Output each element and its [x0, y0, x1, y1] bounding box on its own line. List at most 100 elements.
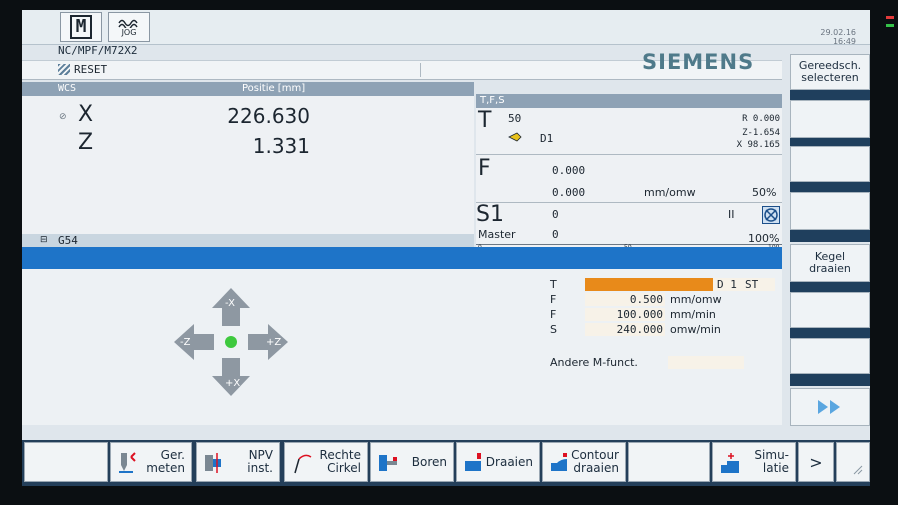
turning-icon	[465, 453, 481, 471]
feed-value-2: 0.000	[552, 186, 586, 199]
reset-label: RESET	[74, 63, 108, 76]
mode-jog-label: JOG	[121, 27, 137, 37]
drilling-icon	[379, 455, 397, 471]
work-offset-row: ⊟ G54	[22, 234, 474, 248]
jog-mode-button[interactable]: JOG	[108, 12, 150, 42]
feed-rev-field[interactable]: 0.500	[585, 293, 665, 306]
program-path: NC/MPF/M72X2	[58, 44, 138, 57]
siemens-logo: SIEMENS	[642, 50, 755, 74]
status-led-red	[886, 16, 894, 19]
jog-minus-z: -Z	[180, 337, 191, 348]
master-value: 0	[552, 228, 559, 241]
contour-line2: draaien	[573, 461, 619, 475]
axis-indicator-icon: ⊘	[59, 112, 67, 122]
resize-corner-icon	[853, 465, 863, 475]
spindle-direction: II	[728, 208, 735, 221]
circle-line2: Cirkel	[327, 461, 361, 475]
tool-radius: R 0.000	[742, 114, 780, 124]
tfs-divider	[476, 154, 782, 155]
right-softkey-3[interactable]	[790, 146, 870, 182]
tech-s-value: 240.000	[616, 323, 663, 336]
tech-d-value: D 1	[717, 278, 737, 291]
date-text: 29.02.16	[820, 28, 856, 37]
tech-f1-label: F	[550, 293, 557, 306]
simulation-icon	[721, 453, 739, 473]
double-chevron-right-icon	[818, 400, 840, 414]
active-band	[22, 247, 782, 269]
right-softkey-2[interactable]	[790, 100, 870, 138]
more-softkey[interactable]: >	[798, 442, 834, 482]
tool-x-offset: X 98.165	[736, 140, 780, 150]
softkey-gap	[790, 328, 870, 338]
tech-f2-label: F	[550, 308, 557, 321]
feed-override: 50%	[752, 186, 777, 199]
softkey-gap	[790, 230, 870, 242]
softkey-gap	[790, 138, 870, 146]
right-softkey-7[interactable]	[790, 338, 870, 374]
tool-edge-field[interactable]: D 1 ST	[713, 278, 775, 291]
position-header: WCS Positie [mm]	[22, 82, 474, 96]
jog-tech-area	[22, 269, 782, 425]
axis-position-panel: ⊘ X 226.630 Z 1.331	[22, 96, 474, 234]
jog-plus-x: +X	[225, 378, 241, 389]
status-divider	[420, 63, 421, 77]
work-offset-label: G54	[58, 234, 78, 247]
tool-select-softkey[interactable]: Gereedsch. selecteren	[790, 54, 870, 90]
measure-tool-softkey[interactable]: Ger. meten	[110, 442, 192, 482]
taper-turning-softkey[interactable]: Kegel draaien	[790, 244, 870, 282]
chevron-right-icon: >	[809, 452, 823, 472]
tech-s-unit: omw/min	[670, 323, 721, 336]
tech-st-value: ST	[745, 278, 759, 291]
other-m-label: Andere M-funct.	[550, 356, 638, 369]
tech-f2-value: 100.000	[616, 308, 663, 321]
simulation-softkey[interactable]: Simu-latie	[712, 442, 796, 482]
axis-x-value: 226.630	[227, 104, 310, 128]
tfs-s-label: S1	[476, 202, 504, 227]
tfs-divider	[476, 202, 782, 203]
axis-z-value: 1.331	[252, 134, 310, 158]
reset-status-icon	[58, 64, 70, 75]
bottom-softkey-empty[interactable]	[24, 442, 108, 482]
spindle-speed: 0	[552, 208, 559, 221]
etc-softkey[interactable]	[790, 388, 870, 426]
tool-select-line2: selecteren	[801, 71, 859, 84]
date-time: 29.02.16 16:49	[820, 28, 856, 46]
line-circle-softkey[interactable]: Rechte Cirkel	[284, 442, 368, 482]
set-zero-softkey[interactable]: NPV inst.	[196, 442, 280, 482]
feed-unit: mm/omw	[644, 186, 696, 199]
right-softkey-6[interactable]	[790, 292, 870, 328]
feed-min-field[interactable]: 100.000	[585, 308, 665, 321]
other-m-field[interactable]	[668, 356, 744, 369]
tool-z-offset: Z-1.654	[742, 128, 780, 138]
spindle-speed-field[interactable]: 240.000	[585, 323, 665, 336]
tool-edge-label: D1	[540, 132, 554, 145]
tfs-t-label: T	[478, 108, 492, 133]
measure-tool-icon	[119, 452, 136, 473]
jog-wave-icon	[118, 19, 138, 28]
contour-turning-softkey[interactable]: Contour draaien	[542, 442, 626, 482]
spindle-stop-icon	[762, 206, 780, 224]
machine-mode-button[interactable]: M	[60, 12, 102, 42]
axis-x-name: X	[78, 102, 94, 127]
axis-z-name: Z	[78, 130, 94, 155]
right-softkey-4[interactable]	[790, 192, 870, 230]
mode-m-label: M	[69, 15, 93, 39]
status-led-green	[886, 24, 894, 27]
zero-line2: inst.	[247, 461, 273, 475]
tool-select-field[interactable]	[585, 278, 713, 291]
tfs-title: T,F,S	[480, 95, 505, 106]
tech-f1-value: 0.500	[629, 293, 663, 306]
tech-f2-unit: mm/min	[670, 308, 716, 321]
tool-type-icon	[508, 132, 522, 142]
drilling-softkey[interactable]: Boren	[370, 442, 454, 482]
contour-turning-icon	[551, 453, 567, 471]
tech-t-label: T	[550, 278, 557, 291]
bottom-softkey-corner[interactable]	[836, 442, 870, 482]
bottom-softkey-empty-2[interactable]	[628, 442, 710, 482]
turning-softkey[interactable]: Draaien	[456, 442, 540, 482]
tech-s-label: S	[550, 323, 557, 336]
time-text: 16:49	[832, 37, 856, 46]
softkey-gap	[790, 182, 870, 192]
wcs-label: WCS	[58, 83, 77, 94]
softkey-gap	[790, 282, 870, 292]
